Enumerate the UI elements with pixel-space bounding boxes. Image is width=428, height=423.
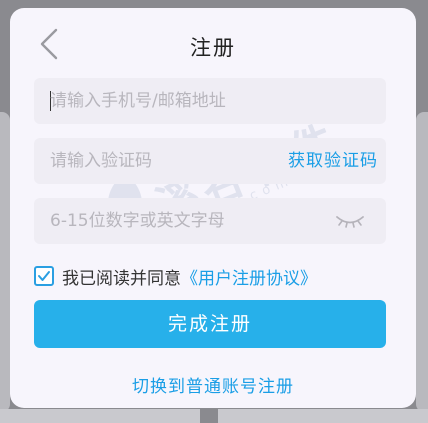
eye-closed-icon (336, 216, 364, 228)
background-tab-left (0, 409, 200, 423)
account-input[interactable] (50, 78, 370, 124)
verification-code-field[interactable]: 获取验证码 (34, 138, 386, 184)
agreement-checkbox[interactable] (34, 266, 54, 286)
background-card-left (0, 112, 10, 412)
verification-code-input[interactable] (50, 138, 260, 184)
background-tab-right (218, 409, 428, 423)
complete-registration-button[interactable]: 完成注册 (34, 300, 386, 348)
checkmark-icon (38, 271, 50, 281)
agreement-text: 我已阅读并同意 (62, 268, 181, 289)
password-input[interactable] (50, 198, 320, 244)
register-dialog: 注册 溪谷软件 xigusdk.com 获取验证码 (10, 8, 416, 408)
dialog-header: 注册 (10, 8, 416, 82)
account-field[interactable] (34, 78, 386, 124)
agreement-row: 我已阅读并同意 《用户注册协议》 (34, 264, 317, 289)
switch-to-normal-account-link[interactable]: 切换到普通账号注册 (10, 372, 416, 397)
password-visibility-toggle[interactable] (334, 210, 366, 232)
user-agreement-link[interactable]: 《用户注册协议》 (181, 264, 317, 289)
get-code-button[interactable]: 获取验证码 (288, 138, 378, 184)
page-title: 注册 (190, 36, 236, 60)
background-card-right (416, 112, 428, 412)
password-field[interactable] (34, 198, 386, 244)
